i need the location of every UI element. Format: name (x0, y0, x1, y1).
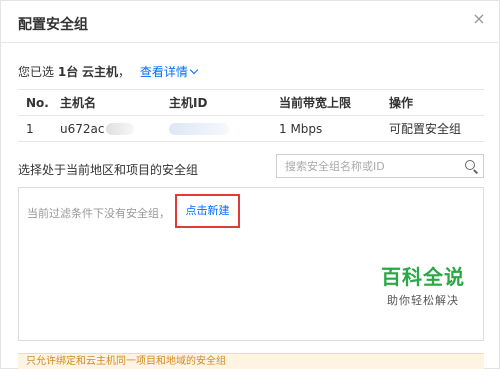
create-security-group-link[interactable]: 点击新建 (175, 194, 240, 228)
warning-notice: 只允许绑定和云主机同一项目和地域的安全组 (18, 353, 484, 369)
security-group-dialog: 配置安全组 × 您已选 1台 云主机， 查看详情 No. 主机名 主机ID 当前… (0, 0, 500, 369)
column-header-hostname: 主机名 (52, 89, 161, 116)
selected-hosts-table: No. 主机名 主机ID 当前带宽上限 操作 1 u672ac 1 Mbps 可… (18, 89, 484, 142)
selection-type: 云主机 (82, 65, 119, 79)
dialog-header: 配置安全组 × (1, 1, 500, 43)
column-header-host-id: 主机ID (161, 89, 271, 116)
cell-no: 1 (18, 115, 52, 142)
cell-hostname: u672ac (52, 115, 161, 142)
security-group-search[interactable] (276, 154, 484, 178)
column-header-bandwidth: 当前带宽上限 (271, 89, 381, 116)
site-watermark: 百科全说 助你轻松解决 (381, 261, 465, 308)
empty-state-text: 当前过滤条件下没有安全组， (27, 207, 170, 220)
hostname-text: u672ac (60, 121, 105, 136)
watermark-title: 百科全说 (381, 265, 465, 289)
redaction-blur (106, 123, 135, 135)
dialog-title: 配置安全组 (18, 17, 88, 33)
selection-suffix: ， (118, 65, 131, 79)
view-details-link[interactable]: 查看详情 (139, 65, 199, 79)
cell-bandwidth: 1 Mbps (271, 115, 381, 142)
column-header-no: No. (18, 89, 52, 116)
table-row: 1 u672ac 1 Mbps 可配置安全组 (18, 115, 484, 142)
cell-host-id (161, 115, 271, 142)
view-details-label: 查看详情 (139, 65, 188, 79)
watermark-subtitle: 助你轻松解决 (387, 294, 459, 307)
cell-action: 可配置安全组 (381, 115, 484, 142)
security-group-label: 选择处于当前地区和项目的安全组 (18, 163, 199, 177)
column-header-action: 操作 (381, 89, 484, 116)
search-input[interactable] (277, 155, 457, 177)
security-group-list: 当前过滤条件下没有安全组， 点击新建 百科全说 助你轻松解决 (18, 187, 484, 341)
table-header-row: No. 主机名 主机ID 当前带宽上限 操作 (18, 89, 484, 116)
close-icon[interactable]: × (471, 11, 487, 27)
selection-prefix: 您已选 (18, 65, 55, 79)
selection-summary: 您已选 1台 云主机， 查看详情 (18, 63, 199, 80)
selection-count: 1台 (57, 65, 79, 79)
search-icon[interactable] (465, 160, 475, 170)
redaction-blur (169, 123, 229, 135)
chevron-down-icon (189, 65, 199, 75)
